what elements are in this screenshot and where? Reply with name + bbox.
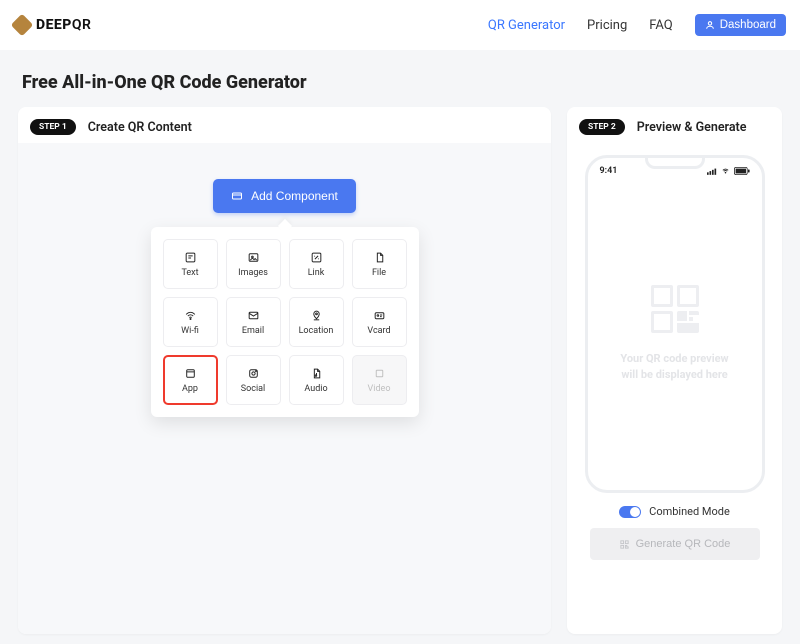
card-plus-icon	[231, 190, 243, 202]
app-header: DEEPQR QR Generator Pricing FAQ Dashboar…	[0, 0, 800, 50]
statusbar-icons	[707, 167, 750, 175]
component-audio[interactable]: Audio	[289, 355, 344, 405]
component-app[interactable]: App	[163, 355, 218, 405]
component-location[interactable]: Location	[289, 297, 344, 347]
email-icon	[247, 309, 260, 322]
add-component-label: Add Component	[251, 189, 338, 203]
brand-text: DEEPQR	[36, 17, 91, 33]
nav-faq[interactable]: FAQ	[649, 18, 672, 33]
audio-icon	[310, 367, 323, 380]
add-component-button[interactable]: Add Component	[213, 179, 356, 213]
panel-preview-title: Preview & Generate	[637, 120, 747, 135]
step2-pill: STEP 2	[579, 119, 625, 135]
panel-preview-head: STEP 2 Preview & Generate	[567, 107, 782, 143]
component-location-label: Location	[299, 326, 334, 336]
step1-pill: STEP 1	[30, 119, 76, 135]
panel-create-title: Create QR Content	[88, 120, 192, 135]
panel-row: STEP 1 Create QR Content Add Component T…	[18, 107, 782, 634]
component-app-label: App	[182, 384, 198, 394]
combined-mode-label: Combined Mode	[649, 505, 730, 518]
page-title: Free All-in-One QR Code Generator	[22, 72, 778, 93]
qr-placeholder-icon	[651, 285, 699, 333]
panel-preview: STEP 2 Preview & Generate 9:41	[567, 107, 782, 634]
component-vcard[interactable]: Vcard	[352, 297, 407, 347]
link-icon	[310, 251, 323, 264]
phone-frame: 9:41 Your QR code previe	[585, 155, 765, 493]
qr-placeholder-text: Your QR code preview will be displayed h…	[610, 351, 738, 384]
qr-placeholder-line1: Your QR code preview	[620, 351, 728, 368]
panel-preview-body: 9:41 Your QR code previe	[567, 143, 782, 634]
component-audio-label: Audio	[304, 384, 327, 394]
panel-create: STEP 1 Create QR Content Add Component T…	[18, 107, 551, 634]
phone-notch	[645, 155, 705, 169]
header-nav: QR Generator Pricing FAQ Dashboard	[488, 14, 786, 36]
qr-preview-placeholder: Your QR code preview will be displayed h…	[588, 178, 762, 490]
component-social[interactable]: Social	[226, 355, 281, 405]
panel-create-head: STEP 1 Create QR Content	[18, 107, 551, 143]
main-frame: Free All-in-One QR Code Generator STEP 1…	[0, 50, 800, 644]
combined-mode-toggle[interactable]	[619, 506, 641, 518]
vcard-icon	[373, 309, 386, 322]
brand-suffix: QR	[72, 17, 92, 33]
component-text[interactable]: Text	[163, 239, 218, 289]
combined-mode-row: Combined Mode	[619, 505, 730, 518]
generate-qr-label: Generate QR Code	[636, 538, 731, 550]
signal-icon	[707, 168, 717, 175]
location-icon	[310, 309, 323, 322]
wifi-icon	[184, 309, 197, 322]
component-file[interactable]: File	[352, 239, 407, 289]
social-icon	[247, 367, 260, 380]
nav-pricing[interactable]: Pricing	[587, 18, 627, 33]
panel-create-body: Add Component Text Images	[18, 143, 551, 634]
component-text-label: Text	[181, 268, 198, 278]
battery-icon	[734, 167, 750, 175]
file-icon	[373, 251, 386, 264]
qr-placeholder-line2: will be displayed here	[620, 367, 728, 384]
wifi-status-icon	[720, 167, 731, 175]
component-images-label: Images	[238, 268, 268, 278]
component-grid: Text Images Link File	[163, 239, 407, 405]
component-images[interactable]: Images	[226, 239, 281, 289]
component-wifi-label: Wi-fi	[181, 326, 199, 336]
generate-qr-button[interactable]: Generate QR Code	[590, 528, 760, 560]
dashboard-button-label: Dashboard	[720, 19, 776, 31]
qr-icon	[619, 539, 630, 550]
app-icon	[184, 367, 197, 380]
brand-logo-icon	[11, 14, 34, 37]
text-icon	[184, 251, 197, 264]
component-video: Video	[352, 355, 407, 405]
video-icon	[373, 367, 386, 380]
component-social-label: Social	[241, 384, 265, 394]
component-email-label: Email	[242, 326, 264, 336]
component-email[interactable]: Email	[226, 297, 281, 347]
brand[interactable]: DEEPQR	[14, 17, 91, 33]
component-link[interactable]: Link	[289, 239, 344, 289]
statusbar-time: 9:41	[600, 166, 618, 176]
component-picker: Text Images Link File	[151, 227, 419, 417]
nav-qr-generator[interactable]: QR Generator	[488, 18, 565, 33]
dashboard-button[interactable]: Dashboard	[695, 14, 786, 36]
image-icon	[247, 251, 260, 264]
brand-prefix: DEEP	[36, 17, 72, 33]
component-video-label: Video	[368, 384, 391, 394]
component-wifi[interactable]: Wi-fi	[163, 297, 218, 347]
component-vcard-label: Vcard	[367, 326, 390, 336]
component-file-label: File	[372, 268, 386, 278]
component-link-label: Link	[308, 268, 325, 278]
user-icon	[705, 20, 715, 30]
